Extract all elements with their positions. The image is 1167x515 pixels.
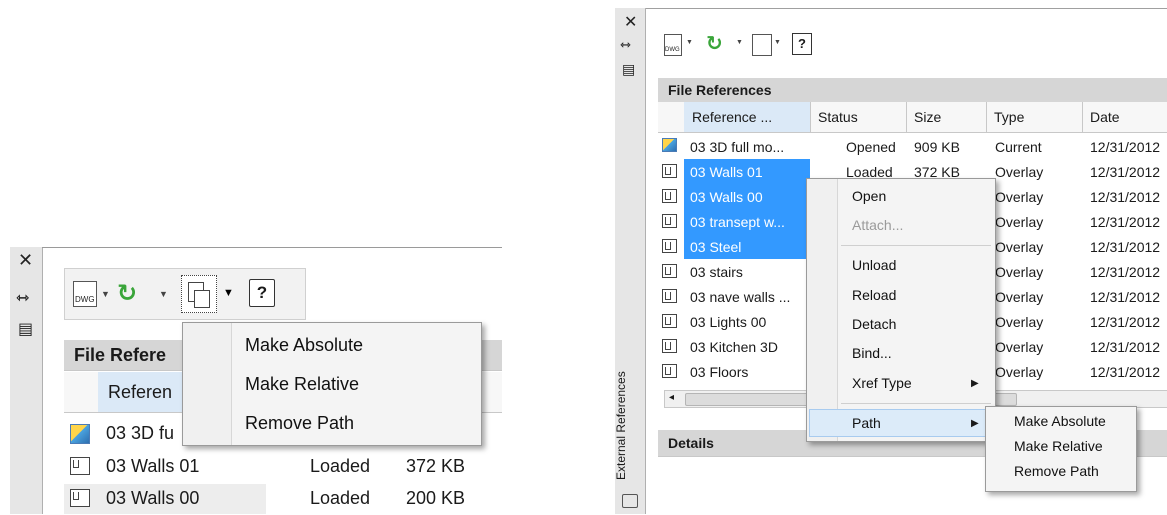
palette-settings-icon[interactable] [622,494,638,508]
chevron-down-icon[interactable]: ▼ [686,39,693,46]
dwg-file-icon [662,164,677,178]
context-menu: Open Attach... Unload Reload Detach Bind… [806,178,996,442]
menu-item-path[interactable]: Path [852,415,881,431]
menu-item-remove-path[interactable]: Remove Path [1014,463,1099,479]
menu-item-detach[interactable]: Detach [852,316,896,332]
path-dropdown-menu: Make Absolute Make Relative Remove Path [182,322,482,446]
menu-item-attach: Attach... [852,217,904,233]
attach-dwg-icon[interactable]: DWG [664,34,682,56]
menu-item-xref-type[interactable]: Xref Type [852,375,912,391]
menu-item-unload[interactable]: Unload [852,257,896,273]
menu-item-open[interactable]: Open [852,188,886,204]
scroll-left-arrow[interactable]: ◂ [669,392,674,403]
menu-item-remove-path[interactable]: Remove Path [245,413,354,434]
dwg-file-icon [662,189,677,203]
chevron-down-icon[interactable]: ▼ [736,39,743,46]
pin-icon[interactable]: ⇿ [16,288,29,307]
attach-dwg-icon[interactable]: DWG [73,281,97,307]
menu-item-make-absolute[interactable]: Make Absolute [1014,413,1106,429]
menu-item-bind[interactable]: Bind... [852,345,892,361]
section-title: File Refere [74,345,167,365]
chevron-down-icon[interactable]: ▼ [774,39,781,46]
dwg-file-icon [662,239,677,253]
right-toolbar: DWG ▼ ↻ ▼ ▼ ? [656,26,836,66]
dwg-file-icon [70,457,90,475]
column-date[interactable]: Date [1082,102,1167,132]
dwg-file-icon [662,314,677,328]
menu-item-make-absolute[interactable]: Make Absolute [245,335,363,356]
right-column-header: Reference ... Status Size Type Date [658,102,1167,133]
column-size[interactable]: Size [906,102,987,132]
submenu-arrow-icon: ▶ [971,378,979,389]
table-row[interactable]: 03 Walls 00 Loaded 200 KB [64,484,502,514]
menu-item-path-highlight [809,409,993,437]
help-icon[interactable]: ? [792,33,812,55]
dwg-file-icon [662,289,677,303]
dwg-file-icon [70,489,90,507]
help-glyph: ? [256,283,268,302]
chevron-down-icon[interactable]: ▼ [223,287,234,299]
dwg-file-icon [662,339,677,353]
path-submenu: Make Absolute Make Relative Remove Path [985,406,1137,492]
menu-item-make-relative[interactable]: Make Relative [1014,438,1103,454]
refresh-icon[interactable]: ↻ [117,279,137,307]
reference-column-header[interactable]: Referen [98,372,189,412]
dwg-file-icon [662,214,677,228]
right-file-references-header: File References [658,78,1167,103]
refresh-icon[interactable]: ↻ [706,31,723,55]
column-reference[interactable]: Reference ... [684,102,811,132]
pin-icon[interactable]: ⇿ [620,38,631,53]
chevron-down-icon[interactable]: ▼ [101,289,110,299]
dwg-file-icon [662,264,677,278]
menu-separator [841,245,991,246]
current-drawing-icon [662,138,677,152]
column-status[interactable]: Status [810,102,907,132]
dwg-file-icon [662,364,677,378]
close-icon[interactable]: ✕ [18,250,33,271]
left-toolbar: DWG ▼ ↻ ▼ ▼ ? [64,268,306,320]
submenu-arrow-icon: ▶ [971,418,979,429]
menu-item-make-relative[interactable]: Make Relative [245,374,359,395]
close-icon[interactable]: ✕ [624,12,637,31]
palette-title: External References [614,371,628,480]
menu-separator [841,403,991,404]
change-path-icon[interactable] [752,34,772,56]
current-drawing-icon [70,424,90,444]
table-row[interactable]: 03 3D full mo... Opened 909 KB Current 1… [658,134,1167,159]
chevron-down-icon[interactable]: ▼ [159,289,168,299]
column-type[interactable]: Type [986,102,1083,132]
properties-icon[interactable]: ▤ [622,62,635,78]
table-row[interactable]: 03 Walls 01 Loaded 372 KB [64,452,502,482]
help-icon[interactable]: ? [249,279,275,307]
menu-item-reload[interactable]: Reload [852,287,896,303]
properties-icon[interactable]: ▤ [18,319,33,338]
change-path-icon[interactable] [181,275,217,313]
